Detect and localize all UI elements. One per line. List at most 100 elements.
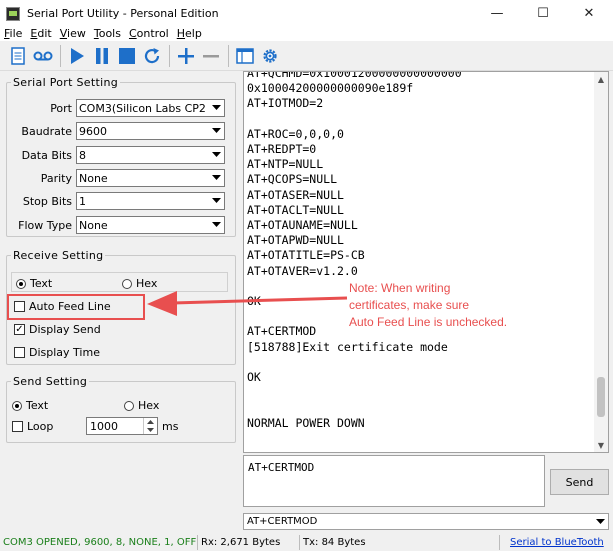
databits-value: 8 [79,148,86,162]
port-row: Port COM3(Silicon Labs CP210x [0,98,236,118]
refresh-icon [144,47,160,63]
port-select[interactable]: COM3(Silicon Labs CP210x [76,99,225,117]
databits-select[interactable]: 8 [76,146,225,164]
radio-selected-icon [16,278,26,289]
refresh-button[interactable] [140,44,164,68]
scroll-up-icon[interactable]: ▲ [594,72,608,86]
serial-port-setting-title: Serial Port Setting [13,76,119,89]
serial-to-bluetooth-link[interactable]: Serial to BlueTooth [510,537,604,548]
toolbar-separator [169,44,170,67]
tape-icon [33,51,53,60]
annotation-highlight-box [7,294,145,320]
send-input[interactable]: AT+CERTMOD [243,455,545,507]
send-hex-radio[interactable]: Hex [124,399,159,412]
radio-icon [124,400,134,411]
annotation-arrow-icon [147,291,348,316]
radio-selected-icon [12,400,22,411]
checkbox-unchecked-icon [14,347,25,358]
connection-status: COM3 OPENED, 9600, 8, NONE, 1, OFF [0,535,198,550]
output-scrollbar[interactable]: ▲ ▼ [594,72,608,452]
new-document-button[interactable] [6,44,30,68]
chevron-down-icon [208,100,224,116]
menu-help[interactable]: Help [173,27,206,41]
play-icon [71,47,84,64]
loop-interval-value: 1000 [90,419,118,433]
pause-icon [96,47,108,64]
menu-control[interactable]: Control [125,27,173,41]
menu-bar: File Edit View Tools Control Help [0,27,613,41]
spin-arrows-icon[interactable] [143,418,157,434]
send-history-select[interactable]: AT+CERTMOD [243,513,609,530]
radio-icon [122,278,132,289]
window-layout-button[interactable] [233,44,257,68]
window-title: Serial Port Utility - Personal Edition [27,7,219,20]
flowtype-label: Flow Type [18,218,72,232]
chevron-down-icon [592,514,608,529]
stopbits-row: Stop Bits 1 [0,191,236,211]
display-time-checkbox[interactable]: Display Time [14,346,100,359]
add-button[interactable] [174,44,198,68]
settings-button[interactable] [258,44,282,68]
annotation-note: Note: When writing certificates, make su… [349,281,508,329]
send-button[interactable]: Send [550,469,609,495]
plus-icon [178,47,194,64]
menu-view[interactable]: View [56,27,90,41]
display-send-checkbox[interactable]: ✓ Display Send [14,323,101,336]
stop-button[interactable] [115,44,139,68]
minimize-button[interactable]: — [474,0,520,27]
port-label: Port [50,101,72,115]
databits-label: Data Bits [21,148,72,162]
loop-interval-spinbox[interactable]: 1000 [86,417,158,435]
menu-file[interactable]: File [0,27,26,41]
flowtype-row: Flow Type None [0,215,236,235]
record-button[interactable] [31,44,55,68]
baudrate-label: Baudrate [21,124,72,138]
parity-value: None [79,171,108,185]
app-window: Serial Port Utility - Personal Edition —… [0,0,613,551]
menu-edit[interactable]: Edit [26,27,55,41]
document-icon [11,46,25,65]
parity-row: Parity None [0,168,236,188]
loop-checkbox[interactable]: Loop [12,420,53,433]
chevron-down-icon [208,217,224,233]
start-button[interactable] [65,44,89,68]
stop-icon [119,47,135,64]
send-history-value: AT+CERTMOD [247,516,318,527]
scrollbar-thumb[interactable] [597,377,605,417]
stopbits-select[interactable]: 1 [76,192,225,210]
send-setting-title: Send Setting [13,375,88,388]
send-text-radio[interactable]: Text [12,399,48,412]
maximize-button[interactable]: ☐ [520,0,566,27]
remove-button[interactable] [199,44,223,68]
toolbar-separator [228,44,229,67]
tx-counter: Tx: 84 Bytes [300,535,500,550]
scroll-down-icon[interactable]: ▼ [594,438,608,452]
receive-setting-title: Receive Setting [13,249,104,262]
toolbar [0,41,613,71]
checkbox-unchecked-icon [12,421,23,432]
loop-unit-label: ms [162,420,179,433]
app-icon [6,6,20,21]
checkbox-checked-icon: ✓ [14,323,25,335]
window-icon [236,47,254,64]
baudrate-select[interactable]: 9600 [76,122,225,140]
stopbits-label: Stop Bits [22,194,72,208]
flowtype-value: None [79,218,108,232]
menu-tools[interactable]: Tools [90,27,125,41]
pause-button[interactable] [90,44,114,68]
receive-output-text: AT+QCHMD=0x10001200000000000000 0x100042… [247,71,462,430]
rx-counter: Rx: 2,671 Bytes [198,535,300,550]
close-button[interactable]: ✕ [566,0,612,27]
parity-label: Parity [40,171,72,185]
receive-output-area[interactable]: AT+QCHMD=0x10001200000000000000 0x100042… [243,71,609,453]
parity-select[interactable]: None [76,169,225,187]
minus-icon [203,54,219,57]
baudrate-row: Baudrate 9600 [0,121,236,141]
chevron-down-icon [208,147,224,163]
flowtype-select[interactable]: None [76,216,225,234]
receive-text-radio[interactable]: Text [16,277,52,290]
gear-icon [263,48,277,63]
databits-row: Data Bits 8 [0,145,236,165]
chevron-down-icon [208,193,224,209]
baudrate-value: 9600 [79,124,107,138]
